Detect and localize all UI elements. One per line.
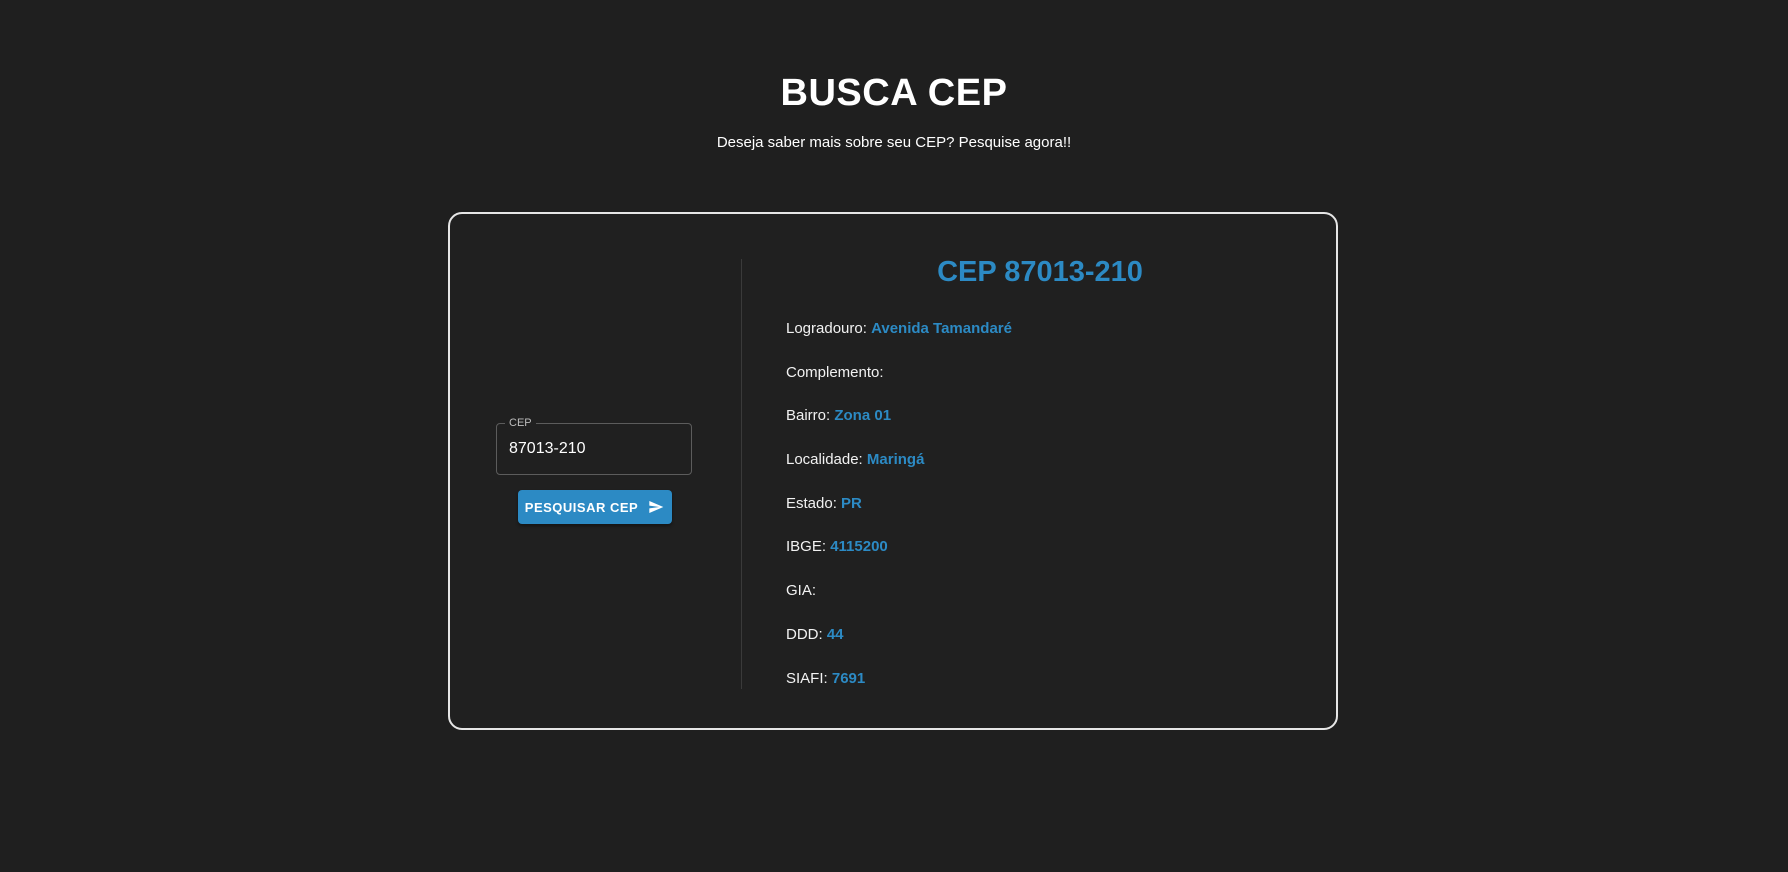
cep-input[interactable] — [509, 438, 679, 460]
info-row-bairro: Bairro: Zona 01 — [786, 407, 1012, 451]
send-icon — [649, 501, 664, 513]
info-row-ibge: IBGE: 4115200 — [786, 538, 1012, 582]
search-card: CEP PESQUISAR CEP CEP 87013-210 Logradou… — [448, 212, 1338, 730]
cep-field[interactable]: CEP — [496, 416, 692, 475]
page-subtitle: Deseja saber mais sobre seu CEP? Pesquis… — [716, 134, 1072, 151]
result-title: CEP 87013-210 — [937, 256, 1143, 288]
info-row-siafi: SIAFI: 7691 — [786, 670, 1012, 714]
info-label: Bairro: — [786, 407, 831, 425]
info-value: 4115200 — [830, 538, 888, 556]
cep-field-label: CEP — [505, 416, 536, 430]
info-label: DDD: — [786, 625, 823, 643]
address-info-list: Logradouro: Avenida Tamandaré Complement… — [786, 320, 1012, 713]
info-label: Complemento: — [786, 363, 884, 381]
info-label: Logradouro: — [786, 320, 867, 337]
page: BUSCA CEP Deseja saber mais sobre seu CE… — [0, 0, 1788, 872]
info-label: IBGE: — [786, 538, 827, 556]
info-row-estado: Estado: PR — [786, 495, 1012, 539]
info-row-ddd: DDD: 44 — [786, 626, 1012, 670]
info-row-localidade: Localidade: Maringá — [786, 451, 1012, 495]
info-row-gia: GIA: — [786, 582, 1012, 626]
info-row-logradouro: Logradouro: Avenida Tamandaré — [786, 320, 1012, 364]
info-value: Maringá — [866, 451, 925, 469]
info-value: PR — [841, 494, 862, 512]
info-label: SIAFI: — [786, 669, 828, 687]
info-value: 7691 — [831, 669, 866, 687]
info-row-complemento: Complemento: — [786, 364, 1012, 408]
search-cep-button[interactable]: PESQUISAR CEP — [518, 490, 672, 524]
page-title: BUSCA CEP — [780, 72, 1008, 114]
info-label: Localidade: — [786, 451, 863, 469]
info-label: Estado: — [786, 494, 837, 512]
info-value: Zona 01 — [834, 407, 892, 425]
search-cep-button-label: PESQUISAR CEP — [524, 499, 639, 515]
vertical-divider — [741, 259, 742, 689]
info-value: 44 — [826, 625, 844, 643]
info-value: Avenida Tamandaré — [871, 320, 1012, 337]
info-label: GIA: — [786, 582, 817, 600]
